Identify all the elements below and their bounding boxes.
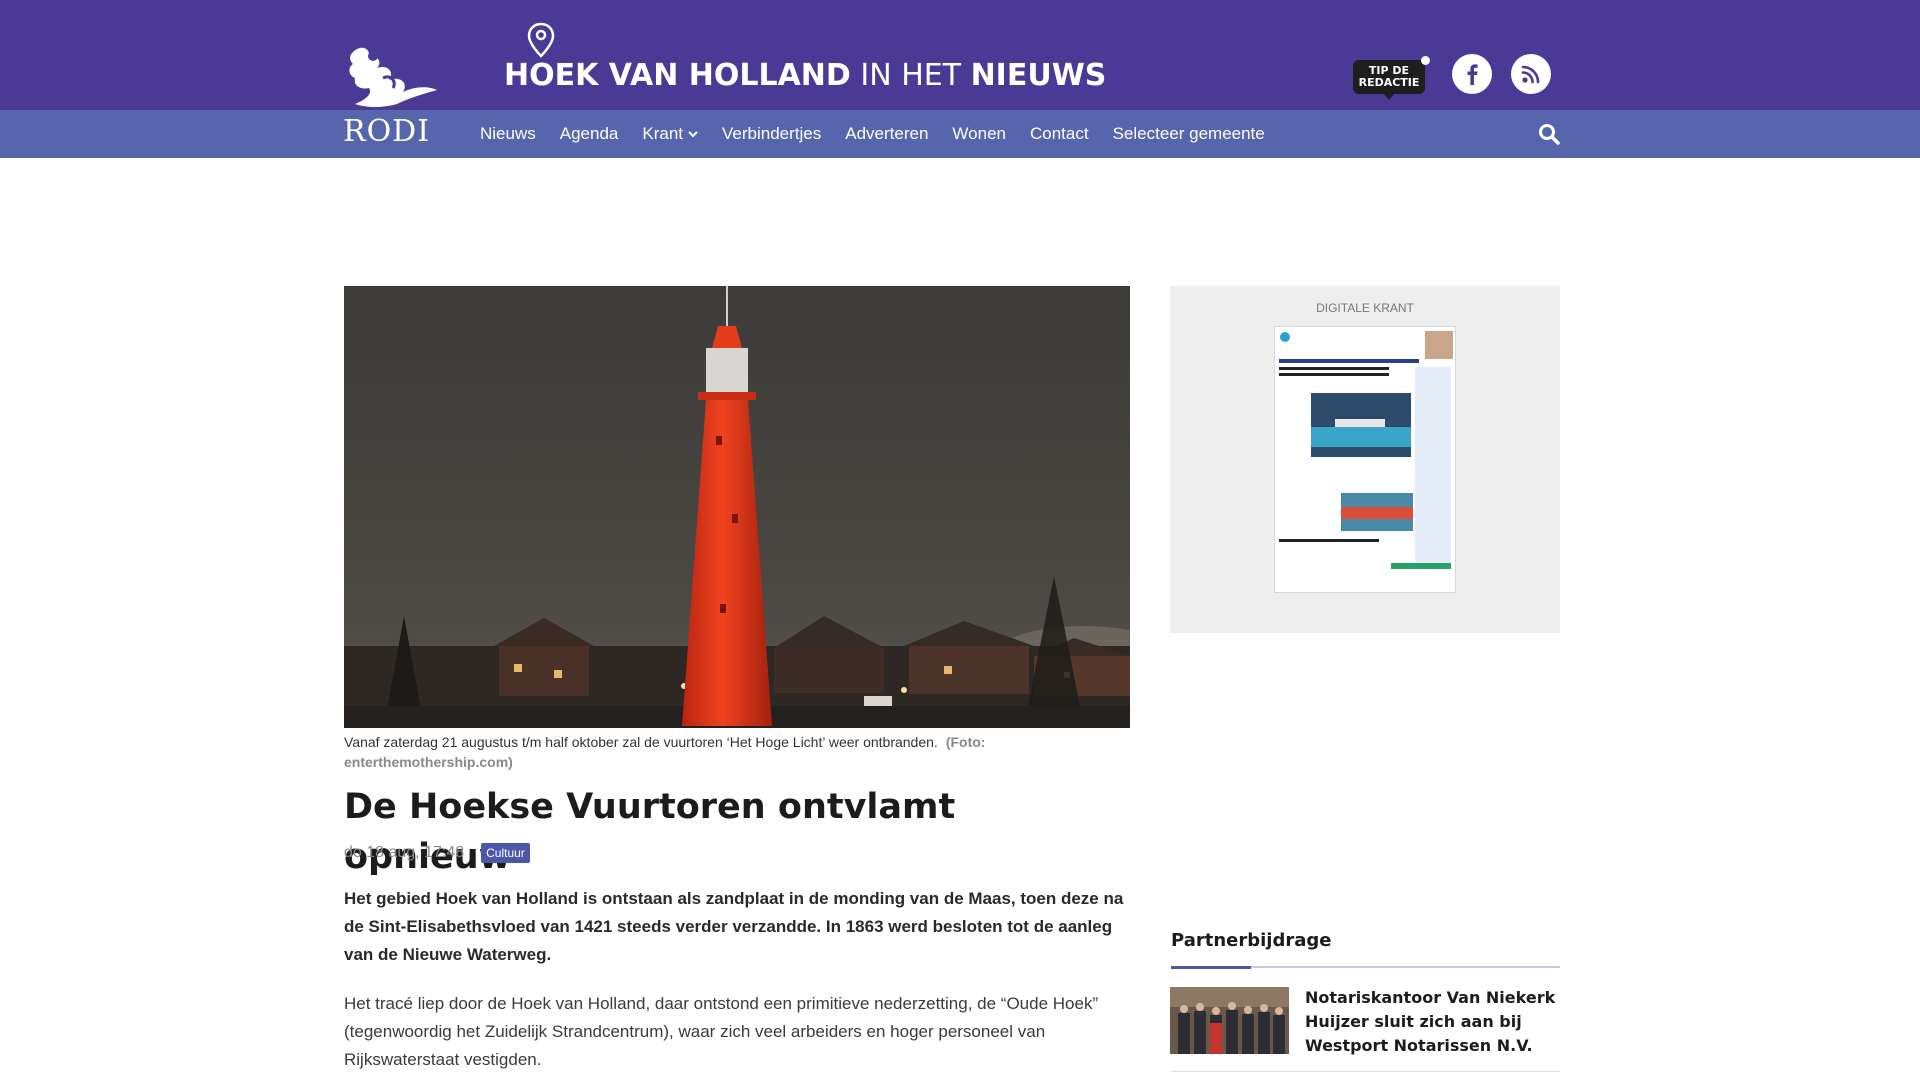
article-hero-image[interactable] — [344, 286, 1130, 728]
logo-text: RODI — [343, 114, 431, 149]
article-date: do 18 aug, 17:48 — [344, 844, 465, 861]
partner-divider-accent — [1171, 966, 1251, 969]
nav-item-agenda[interactable]: Agenda — [560, 124, 619, 144]
nav-item-contact[interactable]: Contact — [1030, 124, 1089, 144]
partner-article-title[interactable]: Notariskantoor Van Niekerk Huijzer sluit… — [1305, 986, 1560, 1058]
tip-badge-tail — [1383, 93, 1395, 100]
partner-section-title: Partnerbijdrage — [1171, 930, 1332, 951]
partner-item-divider — [1171, 1071, 1560, 1072]
newspaper-cover-image — [1275, 327, 1455, 592]
article-paragraph: Het tracé liep door de Hoek van Holland,… — [344, 994, 1099, 1069]
nav-item-adverteren[interactable]: Adverteren — [845, 124, 928, 144]
nav-item-selecteer-gemeente[interactable]: Selecteer gemeente — [1113, 124, 1265, 144]
article-meta: do 18 aug, 17:48 Cultuur — [344, 840, 530, 866]
partner-section-divider — [1171, 966, 1560, 969]
article-lead: Het gebied Hoek van Holland is ontstaan … — [344, 889, 1124, 964]
newspaper-cover[interactable] — [1274, 326, 1456, 593]
article-headline: De Hoekse Vuurtoren ontvlamt opnieuw — [344, 787, 956, 877]
rss-icon — [1521, 65, 1540, 84]
search-icon[interactable] — [1538, 123, 1560, 145]
nav-item-wonen[interactable]: Wonen — [952, 124, 1006, 144]
location-pin-icon — [527, 22, 555, 58]
caption-text: Vanaf zaterdag 21 augustus t/m half okto… — [344, 734, 938, 750]
site-title-place: HOEK VAN HOLLAND — [504, 58, 851, 93]
nav-item-krant[interactable]: Krant — [642, 124, 698, 144]
lighthouse-photo — [344, 286, 1130, 728]
partner-thumbnail[interactable] — [1170, 987, 1289, 1054]
chevron-down-icon — [688, 130, 698, 137]
main-nav: Nieuws Agenda Krant Verbindertjes Advert… — [480, 110, 1289, 158]
rodi-logo[interactable]: RODI — [343, 42, 443, 148]
site-title-news: NIEUWS — [970, 58, 1107, 93]
facebook-icon — [1467, 64, 1478, 85]
site-title[interactable]: HOEK VAN HOLLAND IN HET NIEUWS — [504, 56, 1106, 96]
partner-group-photo — [1170, 987, 1289, 1054]
nav-item-verbindertjes[interactable]: Verbindertjes — [722, 124, 821, 144]
digital-newspaper-label: DIGITALE KRANT — [1316, 301, 1414, 315]
rodi-logo-mark-icon — [349, 47, 437, 107]
tip-badge-dot — [1421, 56, 1430, 65]
site-title-connector: IN HET — [850, 58, 971, 93]
image-caption: Vanaf zaterdag 21 augustus t/m half okto… — [344, 732, 1130, 772]
nav-item-krant-label: Krant — [642, 124, 684, 143]
facebook-button[interactable] — [1452, 54, 1492, 94]
category-tag[interactable]: Cultuur — [481, 843, 530, 863]
nav-item-nieuws[interactable]: Nieuws — [480, 124, 536, 144]
digital-newspaper-widget: DIGITALE KRANT — [1170, 286, 1560, 633]
tip-badge-line2: REDACTIE — [1358, 76, 1420, 89]
tip-de-redactie-button[interactable]: TIP DE REDACTIE — [1353, 56, 1430, 100]
rss-button[interactable] — [1511, 54, 1551, 94]
